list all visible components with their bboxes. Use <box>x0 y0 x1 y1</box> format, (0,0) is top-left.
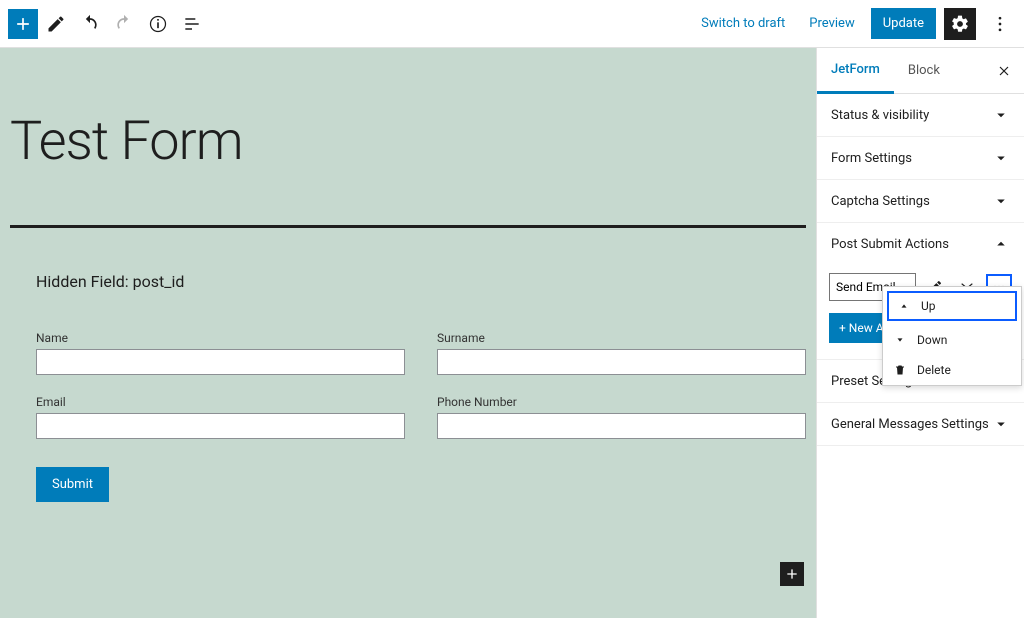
info-icon[interactable] <box>142 8 174 40</box>
surname-input[interactable] <box>437 349 806 375</box>
panel-general-messages[interactable]: General Messages Settings <box>817 403 1024 446</box>
tab-jetform[interactable]: JetForm <box>817 48 894 94</box>
tab-block[interactable]: Block <box>894 49 954 92</box>
sidebar-tabs: JetForm Block <box>817 48 1024 94</box>
panel-post-submit-actions[interactable]: Post Submit Actions <box>817 223 1024 265</box>
email-input[interactable] <box>36 413 405 439</box>
chevron-down-icon <box>992 149 1010 167</box>
chevron-up-icon <box>992 235 1010 253</box>
edit-icon[interactable] <box>40 8 72 40</box>
field-email: Email <box>36 395 405 439</box>
panel-captcha-settings[interactable]: Captcha Settings <box>817 180 1024 223</box>
update-button[interactable]: Update <box>871 8 936 39</box>
dropdown-item-down[interactable]: Down <box>883 325 1021 355</box>
email-label: Email <box>36 395 405 409</box>
settings-sidebar: JetForm Block Status & visibility Form S… <box>816 48 1024 618</box>
triangle-up-icon <box>897 299 911 313</box>
settings-icon[interactable] <box>944 8 976 40</box>
chevron-down-icon <box>992 192 1010 210</box>
phone-label: Phone Number <box>437 395 806 409</box>
action-dropdown-menu: Up Down Delete <box>882 286 1022 386</box>
surname-label: Surname <box>437 331 806 345</box>
panel-label: Post Submit Actions <box>831 237 949 252</box>
chevron-down-icon <box>992 415 1010 433</box>
name-label: Name <box>36 331 405 345</box>
undo-icon[interactable] <box>74 8 106 40</box>
canvas-add-block-button[interactable] <box>780 562 804 586</box>
panel-label: Form Settings <box>831 151 912 166</box>
field-surname: Surname <box>437 331 806 375</box>
redo-icon[interactable] <box>108 8 140 40</box>
close-sidebar-icon[interactable] <box>984 63 1024 79</box>
panel-status-visibility[interactable]: Status & visibility <box>817 94 1024 137</box>
triangle-down-icon <box>893 333 907 347</box>
switch-to-draft-link[interactable]: Switch to draft <box>693 12 793 35</box>
name-input[interactable] <box>36 349 405 375</box>
more-options-icon[interactable] <box>984 8 1016 40</box>
preview-link[interactable]: Preview <box>801 12 862 35</box>
add-block-button[interactable] <box>8 9 38 39</box>
dropdown-label: Delete <box>917 363 951 377</box>
form-fields-grid: Name Surname Email Phone Number <box>0 291 816 439</box>
dropdown-item-up[interactable]: Up <box>887 291 1017 321</box>
editor-canvas: Test Form Hidden Field: post_id Name Sur… <box>0 48 816 618</box>
dropdown-item-delete[interactable]: Delete <box>883 355 1021 385</box>
outline-icon[interactable] <box>176 8 208 40</box>
field-name: Name <box>36 331 405 375</box>
phone-input[interactable] <box>437 413 806 439</box>
editor-layout: Test Form Hidden Field: post_id Name Sur… <box>0 48 1024 618</box>
panel-label: Status & visibility <box>831 108 929 123</box>
panel-label: General Messages Settings <box>831 417 989 432</box>
top-toolbar: Switch to draft Preview Update <box>0 0 1024 48</box>
hidden-field-label[interactable]: Hidden Field: post_id <box>0 228 816 291</box>
dropdown-label: Down <box>917 333 947 347</box>
toolbar-left <box>8 8 208 40</box>
trash-icon <box>893 363 907 377</box>
chevron-down-icon <box>992 106 1010 124</box>
page-title[interactable]: Test Form <box>0 48 816 173</box>
field-phone: Phone Number <box>437 395 806 439</box>
submit-button[interactable]: Submit <box>36 467 109 502</box>
panel-form-settings[interactable]: Form Settings <box>817 137 1024 180</box>
toolbar-right: Switch to draft Preview Update <box>693 8 1016 40</box>
panel-label: Captcha Settings <box>831 194 930 209</box>
dropdown-label: Up <box>921 299 936 313</box>
